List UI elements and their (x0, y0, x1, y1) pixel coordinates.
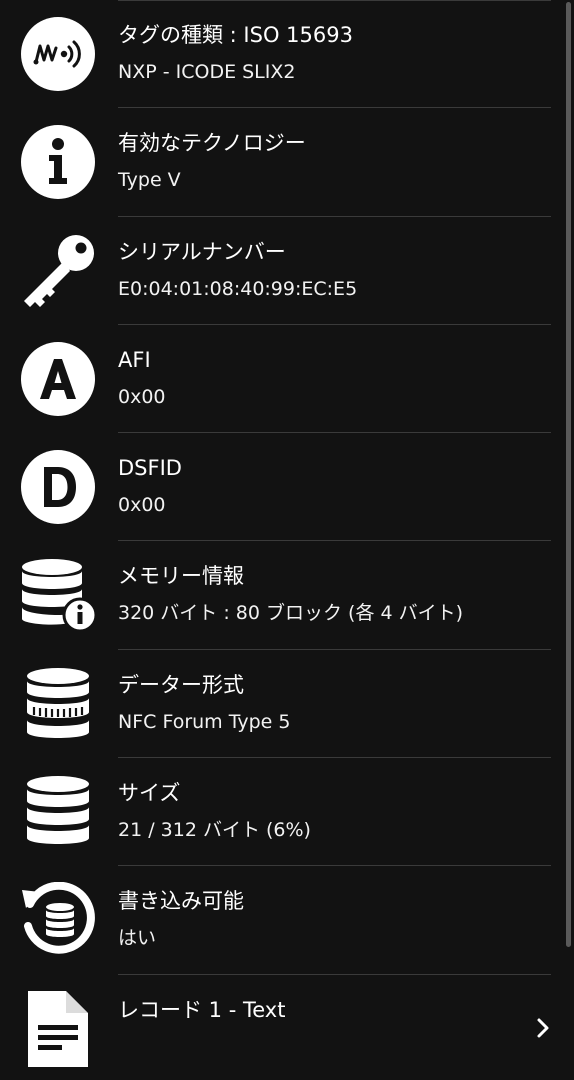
database-info-icon (20, 557, 96, 633)
row-value: Type V (118, 169, 181, 192)
key-icon (20, 233, 96, 309)
row-value: 0x00 (118, 494, 166, 517)
row-value: 0x00 (118, 385, 166, 408)
row-size: サイズ 21 / 312 バイト (6%) (0, 758, 574, 867)
row-technology: 有効なテクノロジー Type V (0, 108, 574, 217)
letter-a-icon (20, 341, 96, 417)
row-value: E0:04:01:08:40:99:EC:E5 (118, 277, 358, 300)
row-title: AFI (118, 347, 151, 372)
row-value: NFC Forum Type 5 (118, 710, 291, 733)
row-record-1[interactable]: レコード 1 - Text (0, 975, 574, 1080)
info-icon (20, 124, 96, 200)
row-title: データー形式 (118, 672, 244, 697)
nfc-signal-icon (20, 16, 96, 92)
document-icon (20, 990, 96, 1067)
row-title: シリアルナンバー (118, 239, 286, 264)
letter-d-icon (20, 449, 96, 525)
row-value: 320 バイト : 80 ブロック (各 4 バイト) (118, 602, 464, 625)
database-icon (20, 774, 96, 850)
row-value: はい (118, 927, 157, 950)
row-title: レコード 1 - Text (118, 997, 286, 1022)
row-serial-number: シリアルナンバー E0:04:01:08:40:99:EC:E5 (0, 217, 574, 326)
row-afi: AFI 0x00 (0, 325, 574, 434)
row-title: 書き込み可能 (118, 889, 244, 914)
row-tag-type: タグの種類 : ISO 15693 NXP - ICODE SLIX2 (0, 0, 574, 109)
database-format-icon (20, 666, 96, 742)
row-title: タグの種類 : ISO 15693 (118, 23, 353, 47)
row-title: DSFID (118, 456, 182, 481)
row-writable: 書き込み可能 はい (0, 866, 574, 975)
row-data-format: データー形式 NFC Forum Type 5 (0, 650, 574, 759)
row-title: サイズ (118, 781, 181, 806)
row-value: 21 / 312 バイト (6%) (118, 819, 311, 842)
tag-info-list: タグの種類 : ISO 15693 NXP - ICODE SLIX2 有効なテ… (0, 0, 574, 1080)
chevron-right-icon (536, 1017, 550, 1039)
row-memory-info: メモリー情報 320 バイト : 80 ブロック (各 4 バイト) (0, 541, 574, 651)
row-dsfid: DSFID 0x00 (0, 433, 574, 542)
row-title: メモリー情報 (118, 564, 244, 589)
scrollbar[interactable] (566, 2, 571, 947)
row-title: 有効なテクノロジー (118, 131, 306, 156)
database-refresh-icon (20, 882, 96, 958)
row-value: NXP - ICODE SLIX2 (118, 61, 296, 83)
